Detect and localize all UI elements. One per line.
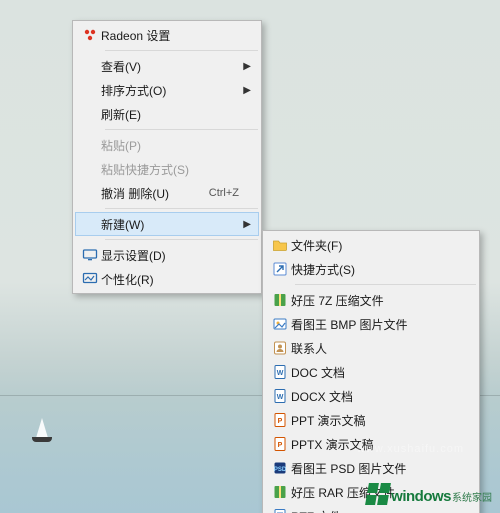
archive-rar-icon xyxy=(269,484,291,500)
windows-logo-icon xyxy=(365,483,391,505)
desktop-context-menu: Radeon 设置 查看(V) ▶ 排序方式(O) ▶ 刷新(E) 粘贴(P) … xyxy=(72,20,262,294)
menu-label: 文件夹(F) xyxy=(291,237,469,254)
menu-label: 粘贴(P) xyxy=(101,137,239,154)
pptx-icon: P xyxy=(269,436,291,452)
menu-label: 联系人 xyxy=(291,340,469,357)
menu-item-refresh[interactable]: 刷新(E) xyxy=(75,102,259,126)
menu-separator xyxy=(295,284,476,285)
menu-label: 个性化(R) xyxy=(101,271,239,288)
menu-item-view[interactable]: 查看(V) ▶ xyxy=(75,54,259,78)
menu-separator xyxy=(105,50,258,51)
svg-text:W: W xyxy=(277,370,284,377)
menu-item-paste-shortcut: 粘贴快捷方式(S) xyxy=(75,157,259,181)
menu-label: 看图王 BMP 图片文件 xyxy=(291,316,469,333)
menu-label: 粘贴快捷方式(S) xyxy=(101,161,239,178)
menu-label: DOC 文档 xyxy=(291,364,469,381)
menu-label: 查看(V) xyxy=(101,58,239,75)
menu-item-rtf[interactable]: RTF 文件 xyxy=(265,504,477,513)
rtf-icon xyxy=(269,508,291,513)
menu-label: RTF 文件 xyxy=(291,508,469,513)
menu-item-psd[interactable]: PSD 看图王 PSD 图片文件 xyxy=(265,456,477,480)
submenu-arrow-icon: ▶ xyxy=(239,61,251,72)
menu-label: 显示设置(D) xyxy=(101,247,239,264)
menu-item-bmp[interactable]: 看图王 BMP 图片文件 xyxy=(265,312,477,336)
bmp-icon xyxy=(269,316,291,332)
shortcut-icon xyxy=(269,261,291,277)
radeon-icon xyxy=(79,27,101,43)
folder-icon xyxy=(269,237,291,253)
menu-label: DOCX 文档 xyxy=(291,388,469,405)
psd-icon: PSD xyxy=(269,460,291,476)
menu-label: 快捷方式(S) xyxy=(291,261,469,278)
contact-icon xyxy=(269,340,291,356)
menu-item-7z[interactable]: 好压 7Z 压缩文件 xyxy=(265,288,477,312)
sailboat-graphic xyxy=(36,418,48,438)
menu-label: 刷新(E) xyxy=(101,106,239,123)
menu-label: 排序方式(O) xyxy=(101,82,239,99)
menu-label: Radeon 设置 xyxy=(101,27,239,44)
menu-item-shortcut[interactable]: 快捷方式(S) xyxy=(265,257,477,281)
doc-icon: W xyxy=(269,364,291,380)
menu-accelerator: Ctrl+Z xyxy=(209,187,239,199)
watermark-url: www.xushaifu.com xyxy=(357,443,464,455)
submenu-arrow-icon: ▶ xyxy=(239,219,251,230)
menu-separator xyxy=(105,208,258,209)
watermark-main: windows xyxy=(391,488,451,505)
menu-item-display-settings[interactable]: 显示设置(D) xyxy=(75,243,259,267)
menu-item-sort[interactable]: 排序方式(O) ▶ xyxy=(75,78,259,102)
menu-item-doc[interactable]: W DOC 文档 xyxy=(265,360,477,384)
svg-text:P: P xyxy=(278,442,283,449)
menu-item-ppt[interactable]: P PPT 演示文稿 xyxy=(265,408,477,432)
menu-label: 看图王 PSD 图片文件 xyxy=(291,460,469,477)
menu-separator xyxy=(105,129,258,130)
menu-item-new[interactable]: 新建(W) ▶ xyxy=(75,212,259,236)
submenu-arrow-icon: ▶ xyxy=(239,85,251,96)
watermark-logo: windows 系统家园 xyxy=(367,483,492,505)
menu-item-undo-delete[interactable]: 撤消 删除(U) Ctrl+Z xyxy=(75,181,259,205)
display-settings-icon xyxy=(79,247,101,263)
menu-item-paste: 粘贴(P) xyxy=(75,133,259,157)
personalize-icon xyxy=(79,271,101,287)
menu-label: PPT 演示文稿 xyxy=(291,412,469,429)
docx-icon: W xyxy=(269,388,291,404)
menu-label: 撤消 删除(U) xyxy=(101,185,193,202)
menu-item-radeon[interactable]: Radeon 设置 xyxy=(75,23,259,47)
watermark-sub: 系统家园 xyxy=(452,489,492,504)
new-submenu: 文件夹(F) 快捷方式(S) 好压 7Z 压缩文件 看图王 BMP 图片文件 联… xyxy=(262,230,480,513)
ppt-icon: P xyxy=(269,412,291,428)
menu-label: 新建(W) xyxy=(101,216,239,233)
menu-separator xyxy=(105,239,258,240)
menu-item-personalize[interactable]: 个性化(R) xyxy=(75,267,259,291)
menu-item-contact[interactable]: 联系人 xyxy=(265,336,477,360)
menu-item-folder[interactable]: 文件夹(F) xyxy=(265,233,477,257)
svg-text:P: P xyxy=(278,418,283,425)
svg-text:PSD: PSD xyxy=(274,467,287,473)
menu-item-docx[interactable]: W DOCX 文档 xyxy=(265,384,477,408)
svg-text:W: W xyxy=(277,394,284,401)
menu-label: 好压 7Z 压缩文件 xyxy=(291,292,469,309)
archive-7z-icon xyxy=(269,292,291,308)
